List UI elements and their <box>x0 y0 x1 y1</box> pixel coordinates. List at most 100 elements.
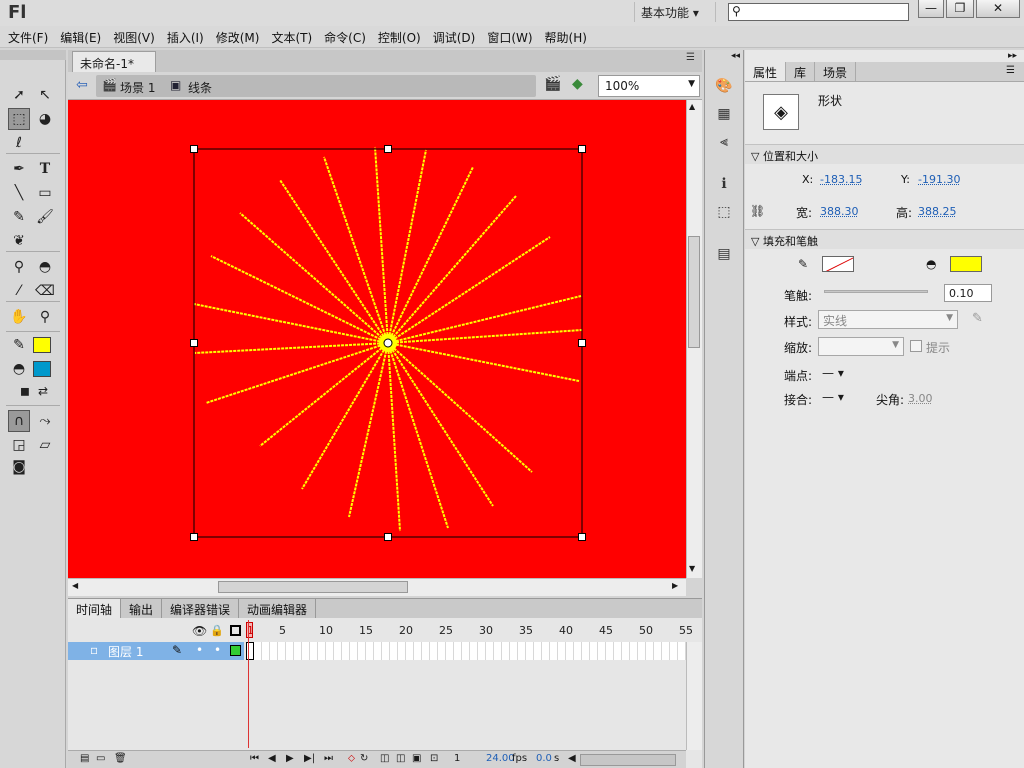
timeline-hscroll-thumb[interactable] <box>580 754 676 766</box>
horizontal-scroll-thumb[interactable] <box>218 581 408 593</box>
envelope-icon[interactable]: ◙ <box>8 456 30 478</box>
swap-colors-icon[interactable]: ⇄ <box>32 380 54 402</box>
brush-tool-icon[interactable]: 🖌 <box>34 206 56 228</box>
eraser-tool-icon[interactable]: ⌫ <box>34 280 56 302</box>
menu-debug[interactable]: 调试(D) <box>427 26 482 47</box>
restore-button[interactable]: ❐ <box>946 0 974 18</box>
play-icon[interactable]: ▶ <box>286 753 294 764</box>
close-window-button[interactable]: ✕ <box>976 0 1020 18</box>
vertical-scroll-thumb[interactable] <box>688 236 700 348</box>
edit-multiple-frames-icon[interactable]: ▣ <box>412 753 421 764</box>
panel-expand-icon[interactable]: ▸▸ <box>1008 51 1017 61</box>
menu-text[interactable]: 文本(T) <box>265 26 318 47</box>
loop-icon[interactable]: ↻ <box>360 753 368 764</box>
tab-scene[interactable]: 场景 <box>815 62 857 81</box>
fill-color-swatch-props[interactable] <box>950 256 982 272</box>
stroke-width-input[interactable]: 0.10 <box>944 284 992 302</box>
section-fill-stroke[interactable]: ▽ 填充和笔触 <box>745 229 1024 249</box>
free-transform-tool-icon[interactable]: ⬚ <box>8 108 30 130</box>
timeline-vscroll[interactable] <box>686 642 702 750</box>
rotate-skew-icon[interactable]: ◲ <box>8 434 30 456</box>
layer-name[interactable]: 图层 1 <box>108 643 143 660</box>
smooth-icon[interactable]: ⤳ <box>34 410 56 432</box>
toolbox-collapse-bar[interactable] <box>0 50 66 60</box>
stage[interactable] <box>68 100 686 578</box>
center-frame-icon[interactable]: ⬦ <box>348 753 355 764</box>
tab-library[interactable]: 库 <box>786 62 816 81</box>
panel-menu-icon[interactable]: ☰ <box>686 52 695 63</box>
layer-outline-color[interactable] <box>230 645 241 656</box>
transform-handle[interactable] <box>578 533 586 541</box>
zoom-dropdown[interactable]: 100% ▼ <box>598 75 700 97</box>
scroll-down-icon[interactable]: ▼ <box>689 564 695 573</box>
tab-timeline[interactable]: 时间轴 <box>68 599 122 618</box>
edit-stroke-style-icon[interactable]: ✎ <box>972 311 983 326</box>
back-arrow-icon[interactable]: ⇦ <box>76 77 88 93</box>
scroll-left-icon[interactable]: ◀ <box>568 753 576 764</box>
edit-symbols-icon[interactable]: ◆ <box>572 76 583 92</box>
tab-compiler-errors[interactable]: 编译器错误 <box>162 599 240 618</box>
y-value[interactable]: -191.30 <box>918 173 960 186</box>
cap-dropdown[interactable]: — ▾ <box>822 366 844 380</box>
onion-outline-icon[interactable]: ◫ <box>396 753 405 764</box>
transform-handle[interactable] <box>384 533 392 541</box>
swatches-panel-icon[interactable]: ▦ <box>710 102 738 126</box>
edit-scene-icon[interactable]: 🎬 <box>544 76 561 92</box>
breadcrumb-symbol[interactable]: 线条 <box>188 79 212 96</box>
horizontal-scrollbar[interactable]: ◀ ▶ <box>68 578 686 596</box>
info-panel-icon[interactable]: ℹ <box>710 172 738 196</box>
menu-file[interactable]: 文件(F) <box>2 26 54 47</box>
rectangle-tool-icon[interactable]: ▭ <box>34 182 56 204</box>
tab-output[interactable]: 输出 <box>121 599 163 618</box>
breadcrumb-scene[interactable]: 场景 1 <box>120 79 155 96</box>
minimize-button[interactable]: — <box>918 0 944 18</box>
document-tab[interactable]: 未命名-1* × <box>72 51 156 86</box>
layer-row[interactable]: ▫ 图层 1 ✎ • • <box>68 642 244 660</box>
width-value[interactable]: 388.30 <box>820 205 859 218</box>
next-frame-icon[interactable]: ▶| <box>304 753 315 764</box>
deco-tool-icon[interactable]: ❦ <box>8 230 30 252</box>
miter-value[interactable]: 3.00 <box>908 392 933 405</box>
menu-view[interactable]: 视图(V) <box>107 26 161 47</box>
snap-to-objects-icon[interactable]: ∩ <box>8 410 30 432</box>
lasso-tool-icon[interactable]: ℓ <box>8 132 30 154</box>
frame-grid[interactable] <box>246 620 686 748</box>
join-dropdown[interactable]: — ▾ <box>822 390 844 404</box>
dock-collapse-icon[interactable]: ◂◂ <box>731 51 740 61</box>
scale-dropdown[interactable]: ▼ <box>818 337 904 356</box>
color-panel-icon[interactable]: 🎨 <box>710 74 738 98</box>
tab-properties[interactable]: 属性 <box>745 62 787 81</box>
selection-tool-icon[interactable]: ➚ <box>8 84 30 106</box>
onion-markers-icon[interactable]: ⊡ <box>430 753 438 764</box>
scale-icon[interactable]: ▱ <box>34 434 56 456</box>
current-frame[interactable]: 1 <box>454 753 460 764</box>
transform-handle[interactable] <box>578 145 586 153</box>
section-position-size[interactable]: ▽ 位置和大小 <box>745 144 1024 164</box>
stroke-width-slider[interactable] <box>824 290 928 293</box>
delete-layer-icon[interactable]: 🗑 <box>114 753 127 764</box>
prev-frame-icon[interactable]: ◀ <box>268 753 276 764</box>
menu-edit[interactable]: 编辑(E) <box>54 26 107 47</box>
menu-help[interactable]: 帮助(H) <box>539 26 593 47</box>
hinting-checkbox[interactable] <box>910 340 922 352</box>
zoom-tool-icon[interactable]: ⚲ <box>34 306 56 328</box>
menu-window[interactable]: 窗口(W) <box>481 26 538 47</box>
stroke-color-swatch[interactable] <box>33 337 51 353</box>
frame-rate[interactable]: 24.00 <box>486 753 515 764</box>
onion-skin-icon[interactable]: ◫ <box>380 753 389 764</box>
layer-lock-dot[interactable]: • <box>214 643 221 657</box>
transform-handle[interactable] <box>384 145 392 153</box>
fill-color-swatch[interactable] <box>33 361 51 377</box>
menu-commands[interactable]: 命令(C) <box>318 26 372 47</box>
pen-tool-icon[interactable]: ✒ <box>8 158 30 180</box>
timeline-ruler[interactable]: 1 5 10 15 20 25 30 35 40 45 50 55 <box>246 620 693 640</box>
menu-insert[interactable]: 插入(I) <box>161 26 210 47</box>
stroke-style-dropdown[interactable]: 实线 ▼ <box>818 310 958 329</box>
hand-tool-icon[interactable]: ✋ <box>8 306 30 328</box>
lock-ratio-icon[interactable]: ⛓ <box>750 204 765 218</box>
new-folder-icon[interactable]: ▭ <box>96 753 105 764</box>
scroll-right-icon[interactable]: ▶ <box>672 581 678 590</box>
paint-bucket-tool-icon[interactable]: ◓ <box>34 256 56 278</box>
stroke-color-none-swatch[interactable] <box>822 256 854 272</box>
last-frame-icon[interactable]: ⏭ <box>324 753 333 764</box>
